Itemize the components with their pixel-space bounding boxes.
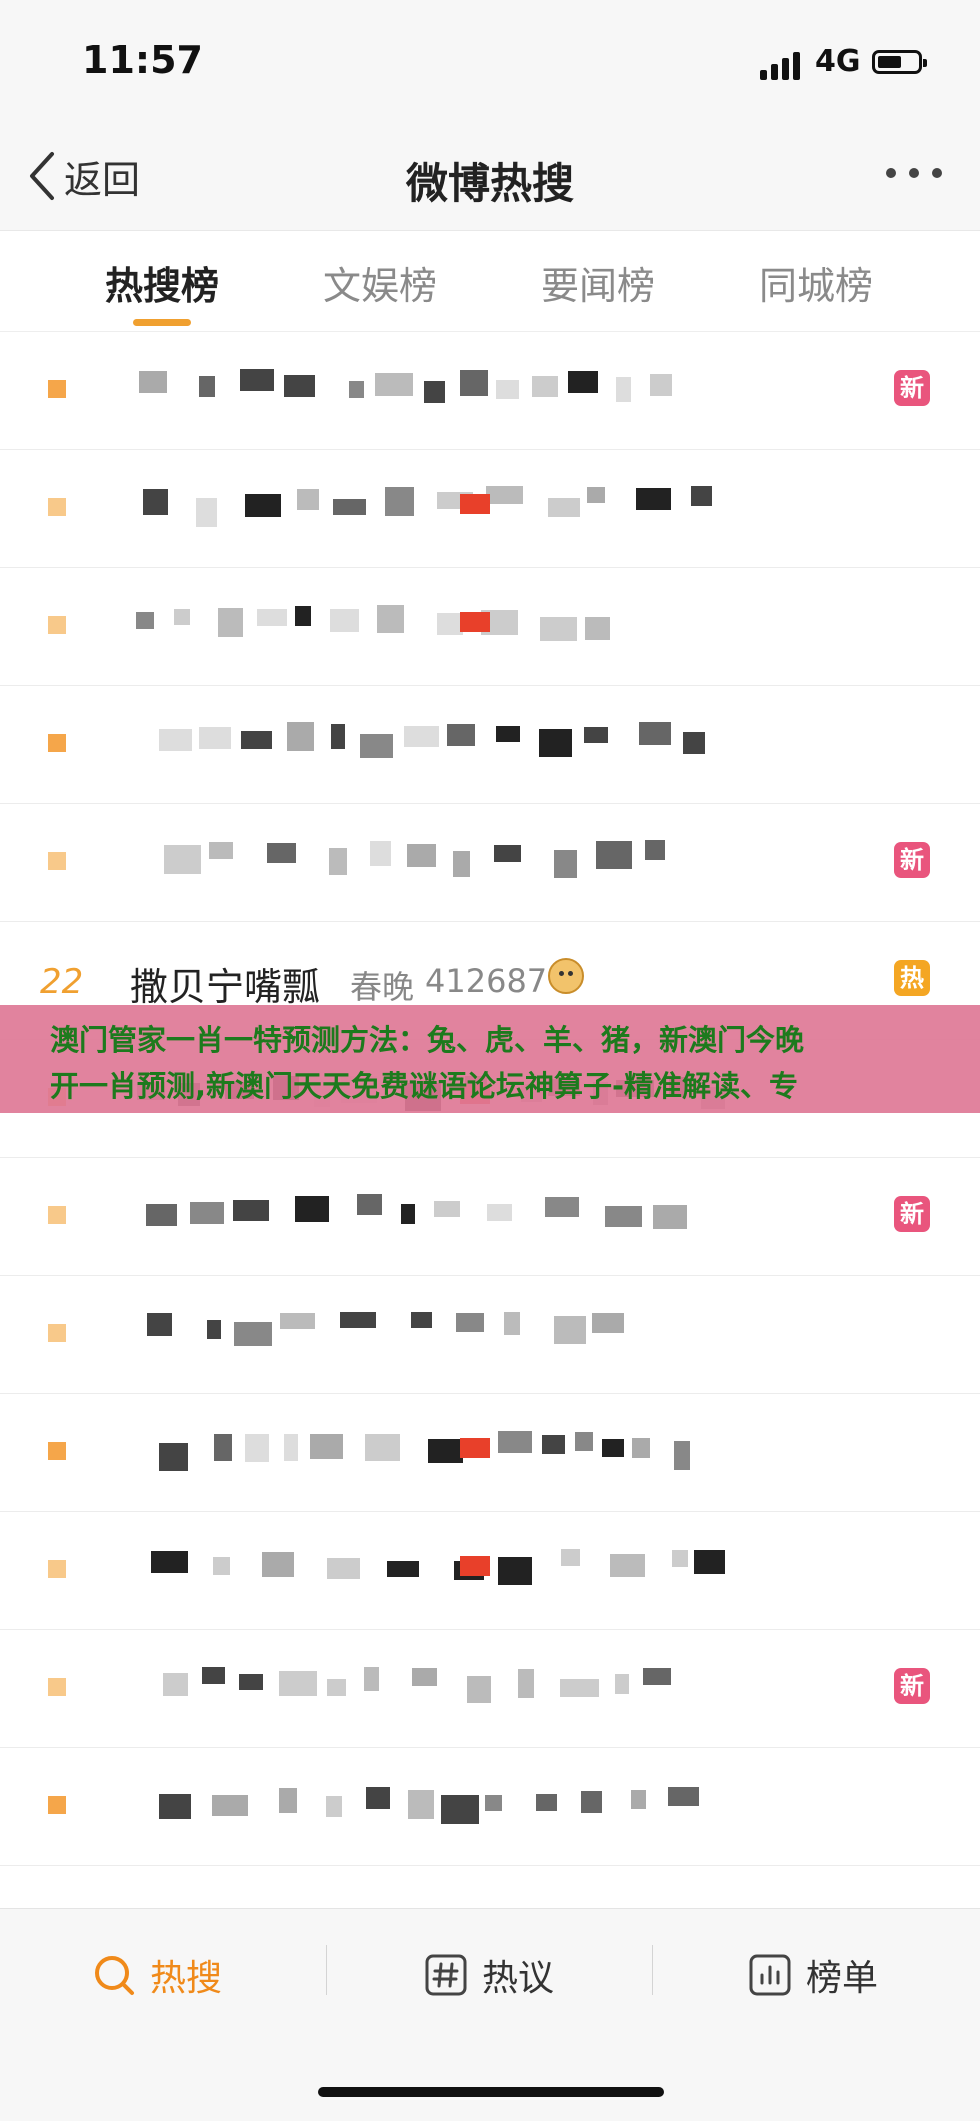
chart-icon xyxy=(749,1954,791,1996)
pixelated-rank xyxy=(48,852,66,870)
bottom-tab-label: 榜单 xyxy=(806,1958,879,1999)
hashtag-icon xyxy=(425,1954,467,1996)
battery-fill xyxy=(878,56,901,68)
row-title: 撒贝宁嘴瓢 xyxy=(130,965,321,1009)
divider xyxy=(326,1945,327,1995)
pixelated-content xyxy=(48,1666,780,1712)
row-heat-count: 412687 xyxy=(425,962,548,1000)
overlay-banner: 澳门管家一肖一特预测方法：兔、虎、羊、猪，新澳门今晚 开一肖预测,新澳门天天免费… xyxy=(0,1005,980,1113)
tab-local[interactable]: 同城榜 xyxy=(716,255,916,310)
hot-badge: 热 xyxy=(894,960,930,996)
pixelated-rank xyxy=(48,1324,66,1342)
tab-bar: 热搜榜 文娱榜 要闻榜 同城榜 xyxy=(0,231,980,332)
doge-emoji-icon xyxy=(548,958,584,994)
overlay-text-line2: 开一肖预测,新澳门天天免费谜语论坛神算子-精准解读、专 xyxy=(50,1069,799,1103)
bottom-tab-hot-search[interactable]: 热搜 xyxy=(92,1945,222,2005)
pixelated-content xyxy=(48,1312,780,1358)
bottom-tab-bar: 热搜 热议 榜单 xyxy=(0,1908,980,2121)
status-time: 11:57 xyxy=(82,38,203,82)
battery-icon xyxy=(872,50,927,74)
pixelated-rank xyxy=(48,1206,66,1224)
status-bar: 11:57 4G xyxy=(0,0,980,120)
hot-search-row[interactable] xyxy=(0,1394,980,1512)
hot-search-row[interactable] xyxy=(0,568,980,686)
hot-search-row[interactable] xyxy=(0,1748,980,1866)
hot-search-row[interactable]: 新 xyxy=(0,1630,980,1748)
bottom-tab-label: 热议 xyxy=(482,1958,555,1999)
hot-search-row[interactable]: 新 xyxy=(0,332,980,450)
hot-search-row[interactable]: 新 xyxy=(0,1158,980,1276)
new-badge: 新 xyxy=(894,1668,930,1704)
hot-search-row[interactable]: 新 xyxy=(0,804,980,922)
divider xyxy=(652,1945,653,1995)
pixelated-rank xyxy=(48,1560,66,1578)
bottom-tab-label: 热搜 xyxy=(150,1958,223,1999)
pixelated-content xyxy=(48,840,780,886)
new-badge: 新 xyxy=(894,370,930,406)
bottom-tab-ranking[interactable]: 榜单 xyxy=(748,1945,878,2005)
network-type: 4G xyxy=(815,44,861,79)
signal-icon xyxy=(760,50,804,80)
pixelated-rank xyxy=(48,616,66,634)
more-options-icon[interactable] xyxy=(886,168,942,182)
hot-search-row[interactable] xyxy=(0,686,980,804)
pixelated-content xyxy=(48,486,780,532)
hot-search-row[interactable] xyxy=(0,1512,980,1630)
pixelated-rank xyxy=(48,498,66,516)
pixelated-content xyxy=(48,1548,780,1594)
pixelated-rank xyxy=(48,734,66,752)
pixelated-content xyxy=(48,1194,780,1240)
pixelated-content xyxy=(48,722,780,768)
hot-search-row[interactable] xyxy=(0,450,980,568)
tab-hot-search[interactable]: 热搜榜 xyxy=(62,255,262,310)
pixelated-rank xyxy=(48,1796,66,1814)
overlay-text-line1: 澳门管家一肖一特预测方法：兔、虎、羊、猪，新澳门今晚 xyxy=(50,1023,805,1057)
page-title: 微博热搜 xyxy=(405,159,574,208)
pixelated-content xyxy=(48,604,780,650)
nav-bar: 返回 微博热搜 xyxy=(0,120,980,231)
hot-search-row[interactable] xyxy=(0,1276,980,1394)
new-badge: 新 xyxy=(894,842,930,878)
tab-news[interactable]: 要闻榜 xyxy=(498,255,698,310)
row-category-tag: 春晚 xyxy=(350,968,415,1006)
tab-entertainment[interactable]: 文娱榜 xyxy=(280,255,480,310)
bottom-tab-discussion[interactable]: 热议 xyxy=(424,1945,554,2005)
active-tab-indicator xyxy=(133,319,191,326)
rank-number: 22 xyxy=(40,962,84,1002)
home-indicator xyxy=(318,2087,664,2097)
pixelated-rank xyxy=(48,380,66,398)
search-icon xyxy=(95,1956,134,1995)
new-badge: 新 xyxy=(894,1196,930,1232)
pixelated-content xyxy=(48,1784,780,1830)
pixelated-rank xyxy=(48,1678,66,1696)
pixelated-rank xyxy=(48,1442,66,1460)
pixelated-content xyxy=(48,368,780,414)
pixelated-content xyxy=(48,1430,780,1476)
